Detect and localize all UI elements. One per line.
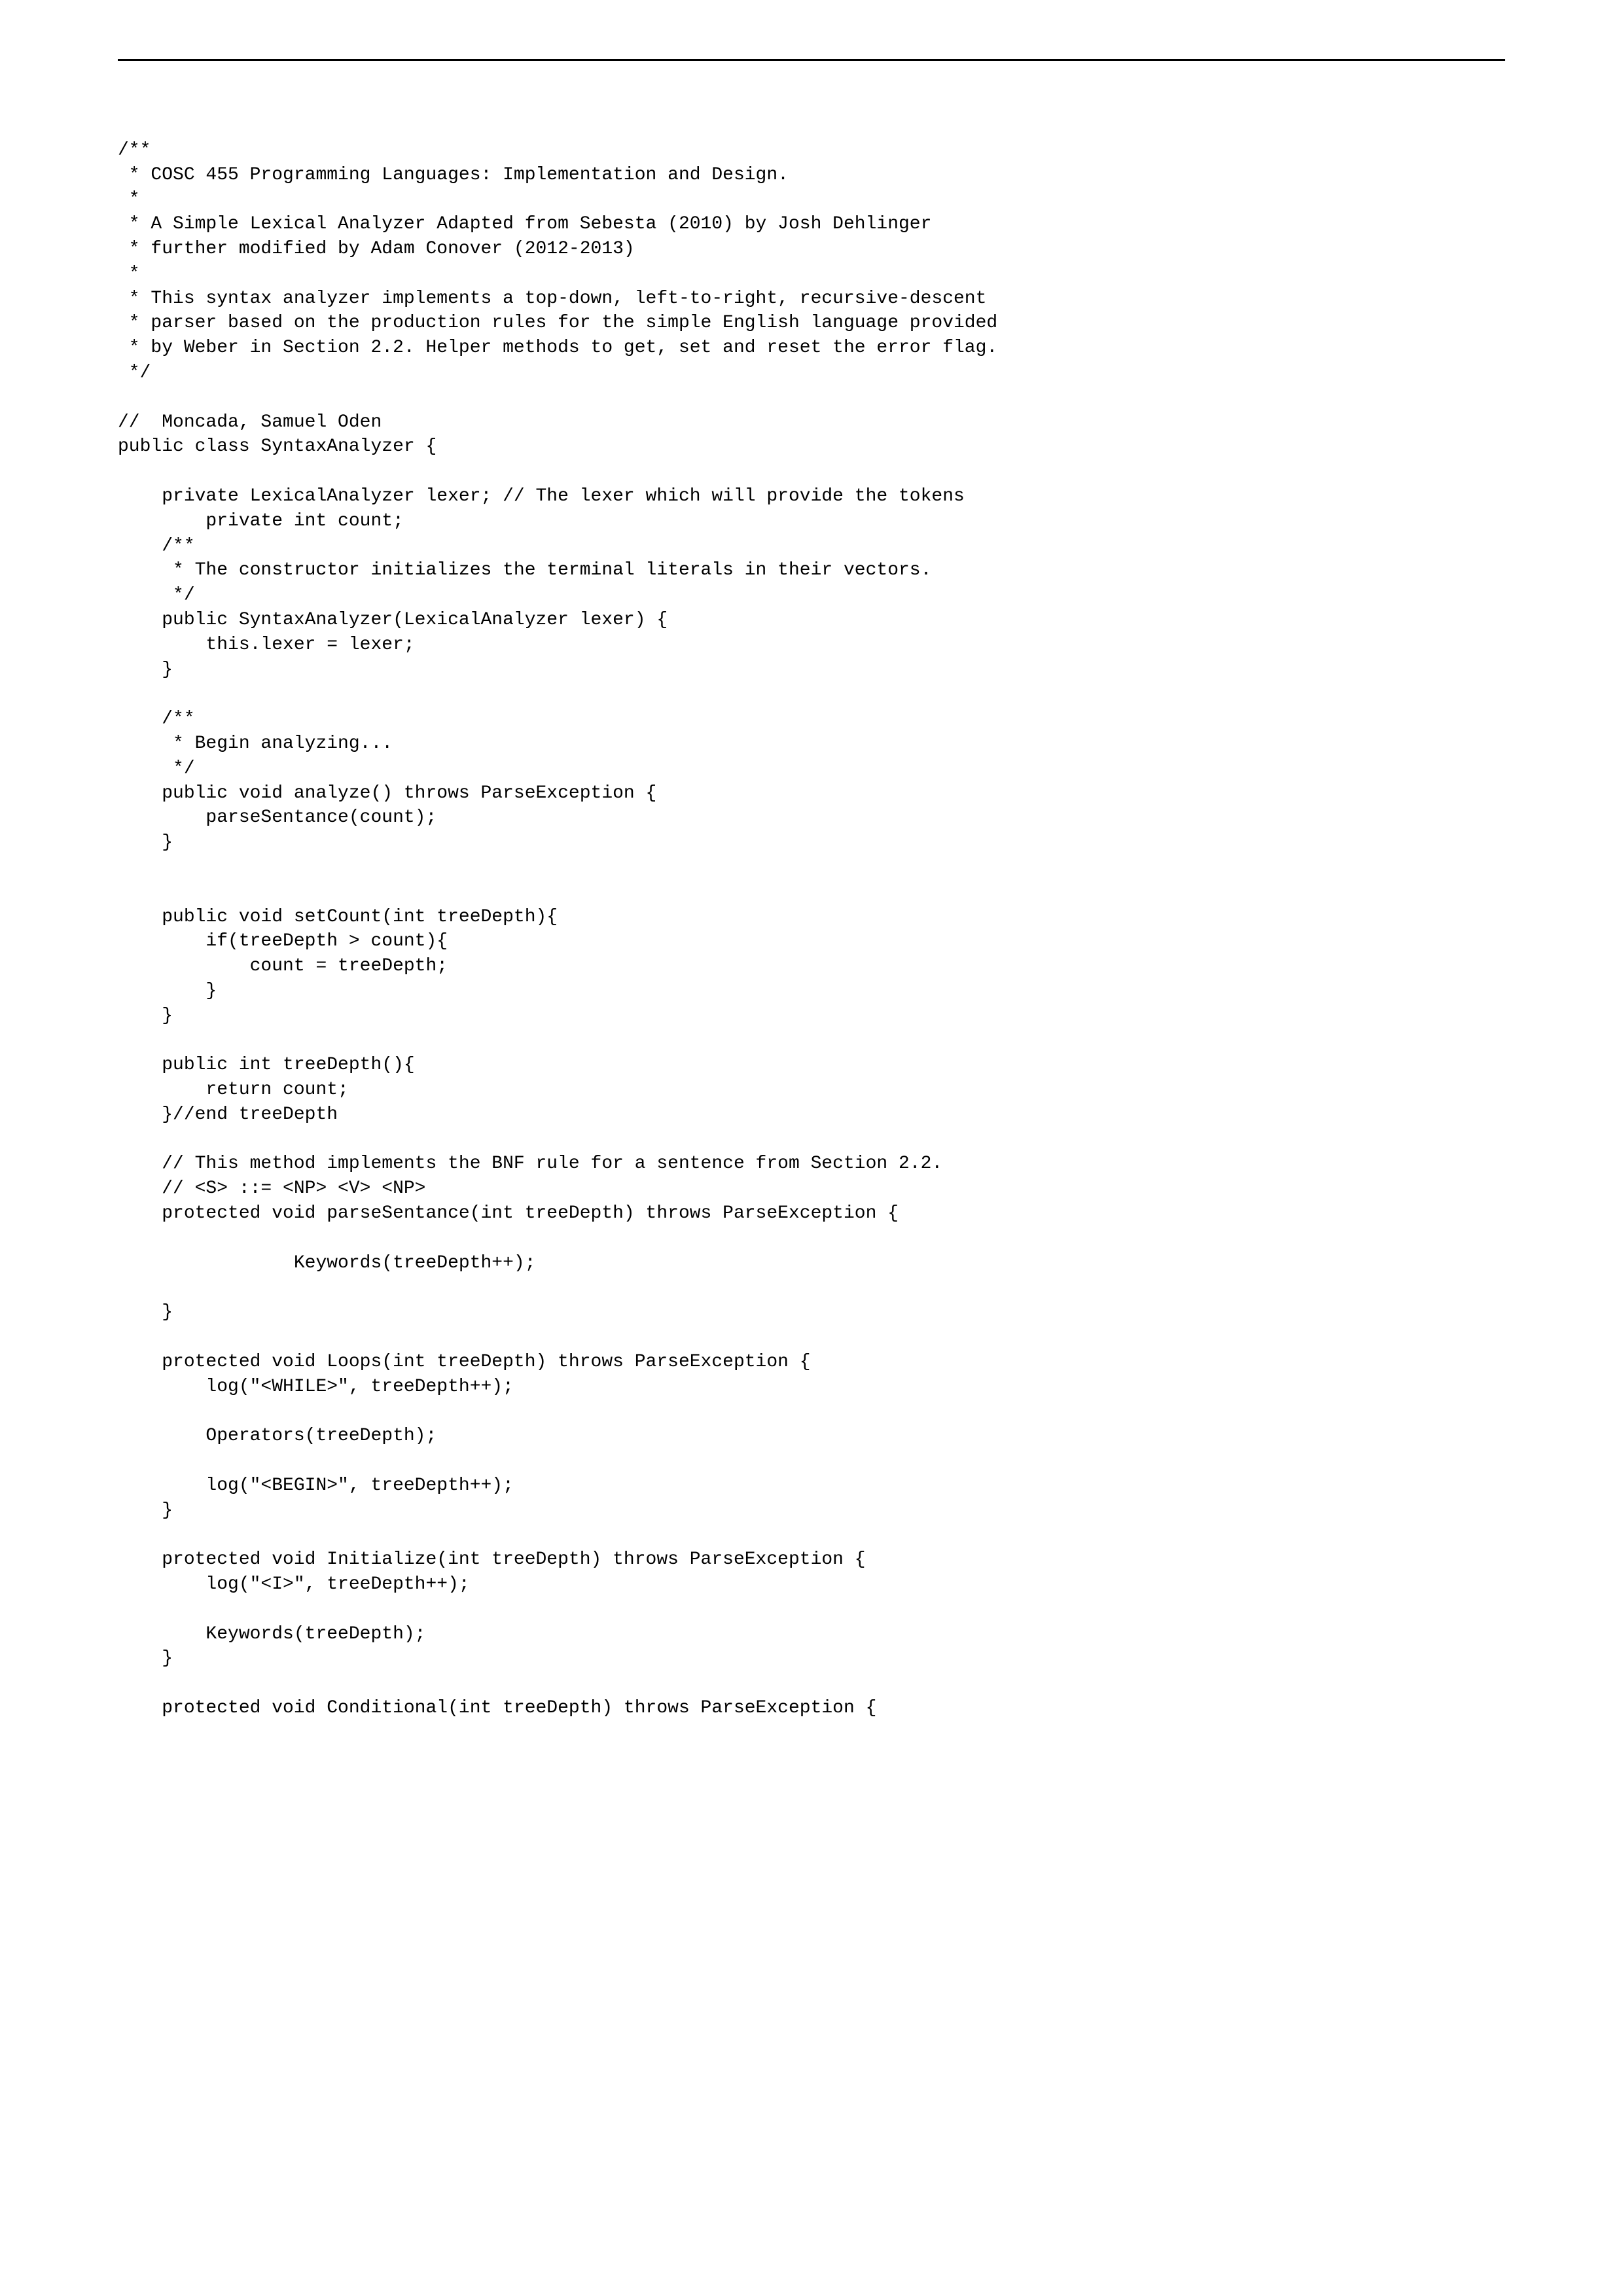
code-block: /** * COSC 455 Programming Languages: Im… (118, 113, 1505, 1721)
top-horizontal-rule (118, 59, 1505, 61)
page-container: /** * COSC 455 Programming Languages: Im… (0, 0, 1623, 2296)
